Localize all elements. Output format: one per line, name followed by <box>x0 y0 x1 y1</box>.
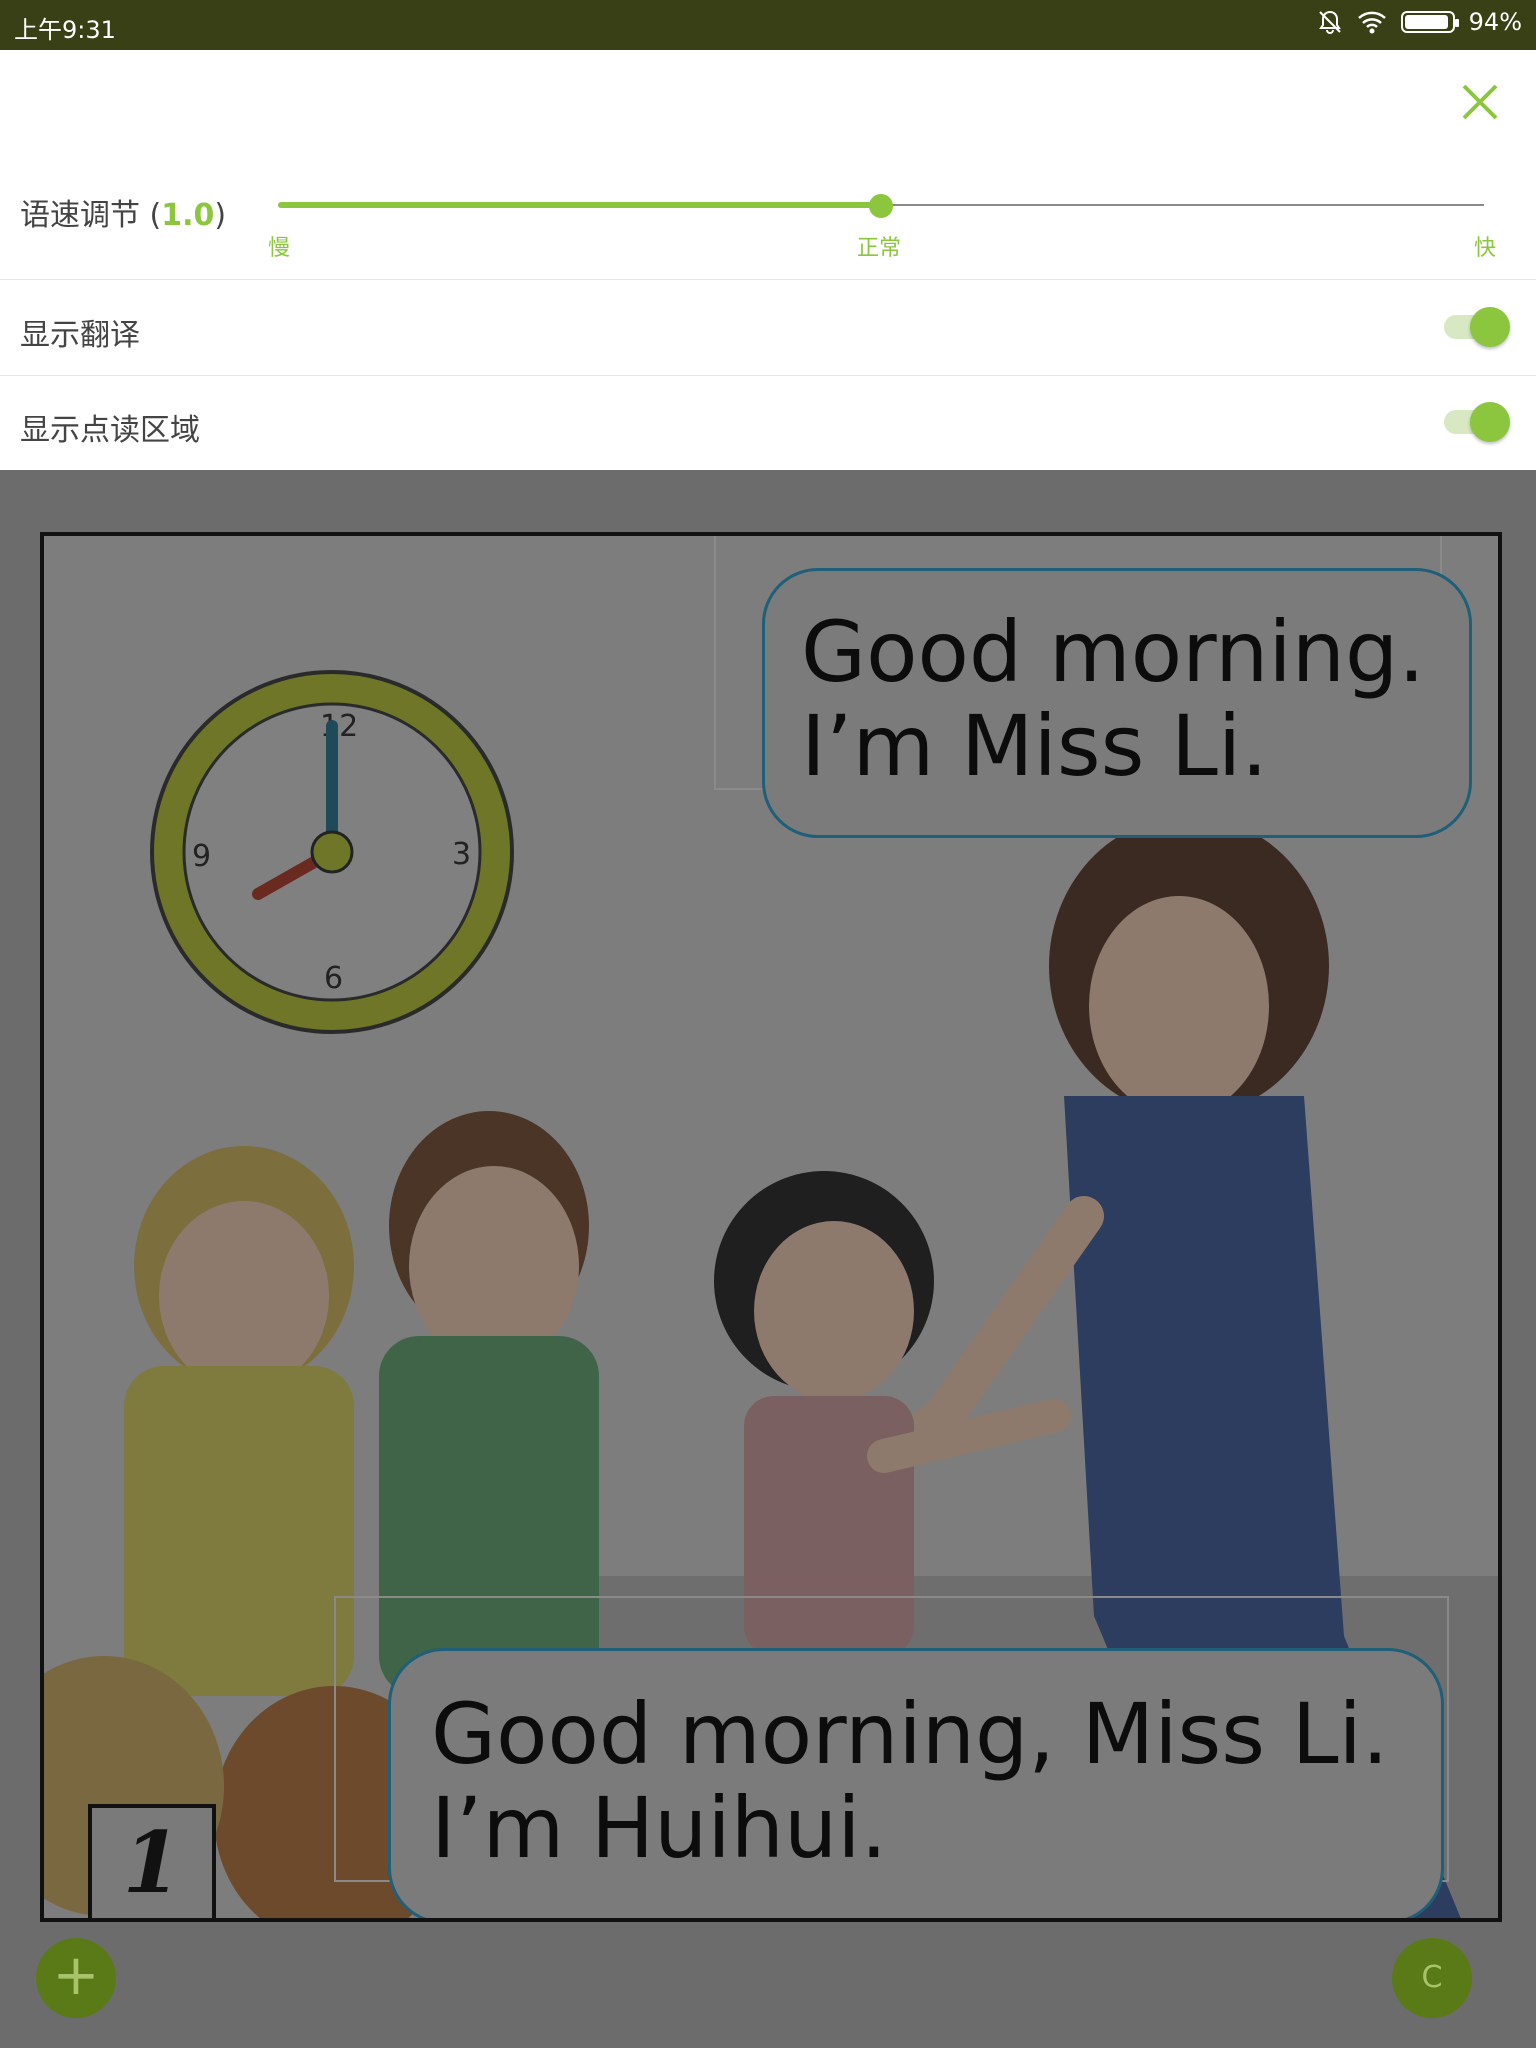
speed-slider-fill <box>278 202 881 208</box>
svg-text:6: 6 <box>324 961 343 996</box>
speech-bubble-student[interactable]: Good morning, Miss Li. I’m Huihui. <box>388 1648 1444 1918</box>
speed-tick-normal: 正常 <box>857 236 902 261</box>
svg-text:9: 9 <box>192 839 211 874</box>
page-number: 1 <box>88 1804 216 1918</box>
bubble-1-line-2: I’m Miss Li. <box>801 697 1268 796</box>
page-viewer: 12 3 6 9 Good morning. I’m Miss Li. Good… <box>0 470 1536 2048</box>
divider <box>0 375 1536 376</box>
show-translation-toggle[interactable] <box>1444 307 1510 347</box>
speed-label: 语速调节 (1.0) <box>20 198 227 233</box>
status-icons: 94% <box>1317 8 1522 36</box>
battery-icon <box>1400 11 1459 33</box>
svg-text:3: 3 <box>452 837 471 872</box>
show-read-area-toggle[interactable] <box>1444 402 1510 442</box>
show-read-area-label: 显示点读区域 <box>20 413 200 448</box>
bubble-1-line-1: Good morning. <box>801 603 1426 701</box>
wifi-icon <box>1357 11 1386 34</box>
show-translation-label: 显示翻译 <box>20 318 140 353</box>
speed-label-text: 语速调节 <box>20 198 140 233</box>
notifications-off-icon <box>1318 10 1341 34</box>
svg-text:12: 12 <box>320 709 358 744</box>
clock-icon: 12 3 6 9 <box>150 670 514 1034</box>
bubble-2-line-1: Good morning, Miss Li. <box>431 1685 1389 1783</box>
close-icon[interactable] <box>1452 74 1508 130</box>
status-bar: 上午9:31 94% <box>0 0 1536 50</box>
speed-value: 1.0 <box>161 198 215 233</box>
speed-slider-thumb[interactable] <box>869 194 893 218</box>
speed-tick-fast: 快 <box>1474 236 1497 261</box>
status-time: 上午9:31 <box>14 16 116 44</box>
textbook-page[interactable]: 12 3 6 9 Good morning. I’m Miss Li. Good… <box>40 532 1502 1922</box>
settings-panel: 语速调节 (1.0) 慢 正常 快 显示翻译 显示点读区域 <box>0 50 1536 470</box>
bubble-2-line-2: I’m Huihui. <box>431 1779 888 1878</box>
c-button[interactable]: C <box>1392 1938 1472 2018</box>
battery-percent: 94% <box>1468 8 1522 36</box>
divider <box>0 279 1536 280</box>
speech-bubble-teacher[interactable]: Good morning. I’m Miss Li. <box>762 568 1472 838</box>
speed-slider[interactable] <box>278 190 1484 220</box>
speed-tick-slow: 慢 <box>268 236 291 261</box>
add-button[interactable]: + <box>36 1938 116 2018</box>
